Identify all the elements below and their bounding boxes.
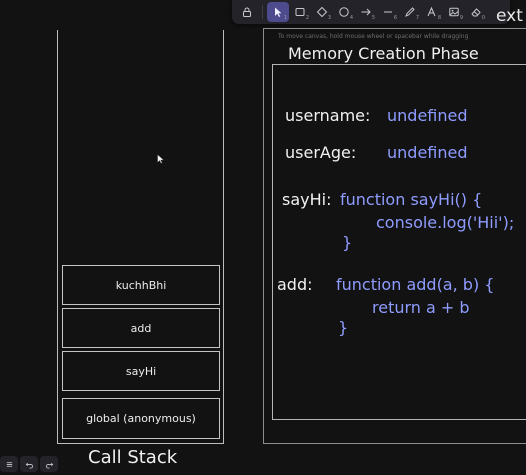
clipped-canvas-text[interactable]: ext xyxy=(496,6,523,26)
tool-shortcut-key: 4 xyxy=(349,15,353,21)
memory-key-userage[interactable]: userAge: xyxy=(285,143,356,162)
tool-shortcut-key: 0 xyxy=(481,15,485,21)
memory-title[interactable]: Memory Creation Phase xyxy=(288,44,479,63)
memory-value-sayhi-line[interactable]: } xyxy=(342,233,352,252)
memory-key-sayhi[interactable]: sayHi: xyxy=(282,190,331,209)
line-icon[interactable]: 6 xyxy=(377,2,399,22)
stack-item-add[interactable]: add xyxy=(62,308,220,348)
pencil-icon[interactable]: 7 xyxy=(399,2,421,22)
text-icon[interactable]: 8 xyxy=(421,2,443,22)
stack-item-global[interactable]: global (anonymous) xyxy=(62,398,220,439)
memory-value-add-line[interactable]: } xyxy=(338,318,348,337)
call-stack-title[interactable]: Call Stack xyxy=(88,447,177,468)
undo-icon xyxy=(25,462,33,469)
tool-shortcut-key: 2 xyxy=(305,15,309,21)
tool-shortcut-key: 8 xyxy=(437,15,441,21)
lock-icon[interactable] xyxy=(236,2,258,22)
menu-button[interactable] xyxy=(0,456,18,472)
memory-value-add-line[interactable]: return a + b xyxy=(372,298,470,317)
arrow-icon[interactable]: 5 xyxy=(355,2,377,22)
tool-shortcut-key: 9 xyxy=(459,15,463,21)
selection-arrow-icon[interactable]: 1 xyxy=(267,2,289,22)
memory-key-add[interactable]: add: xyxy=(277,275,313,294)
ellipse-icon[interactable]: 4 xyxy=(333,2,355,22)
tool-shortcut-key: 6 xyxy=(393,15,397,21)
mouse-cursor-icon xyxy=(157,149,165,168)
eraser-icon[interactable]: 0 xyxy=(465,2,487,22)
stack-item-kuchhbhi[interactable]: kuchhBhi xyxy=(62,265,220,305)
memory-value-sayhi-line[interactable]: console.log('Hii'); xyxy=(376,213,514,232)
excalidraw-canvas[interactable]: 1 2 3 4 5 6 7 8 9 0 To move canvas, hold… xyxy=(0,0,526,475)
rectangle-icon[interactable]: 2 xyxy=(289,2,311,22)
stack-item-sayhi[interactable]: sayHi xyxy=(62,351,220,391)
image-icon[interactable]: 9 xyxy=(443,2,465,22)
tool-shortcut-key: 5 xyxy=(371,15,375,21)
menu-icon xyxy=(6,461,12,467)
memory-key-username[interactable]: username: xyxy=(285,106,370,125)
redo-icon xyxy=(45,462,53,469)
undo-button[interactable] xyxy=(20,456,38,472)
memory-value-username[interactable]: undefined xyxy=(387,106,468,125)
memory-value-sayhi-line[interactable]: function sayHi() { xyxy=(340,190,482,209)
redo-button[interactable] xyxy=(40,456,58,472)
diamond-icon[interactable]: 3 xyxy=(311,2,333,22)
toolbar-divider xyxy=(262,5,263,19)
drawing-toolbar: 1 2 3 4 5 6 7 8 9 0 xyxy=(232,0,510,24)
tool-shortcut-key: 3 xyxy=(327,15,331,21)
memory-value-userage[interactable]: undefined xyxy=(387,143,468,162)
tool-shortcut-key: 1 xyxy=(283,15,287,21)
tool-shortcut-key: 7 xyxy=(415,15,419,21)
memory-value-add-line[interactable]: function add(a, b) { xyxy=(336,275,494,294)
